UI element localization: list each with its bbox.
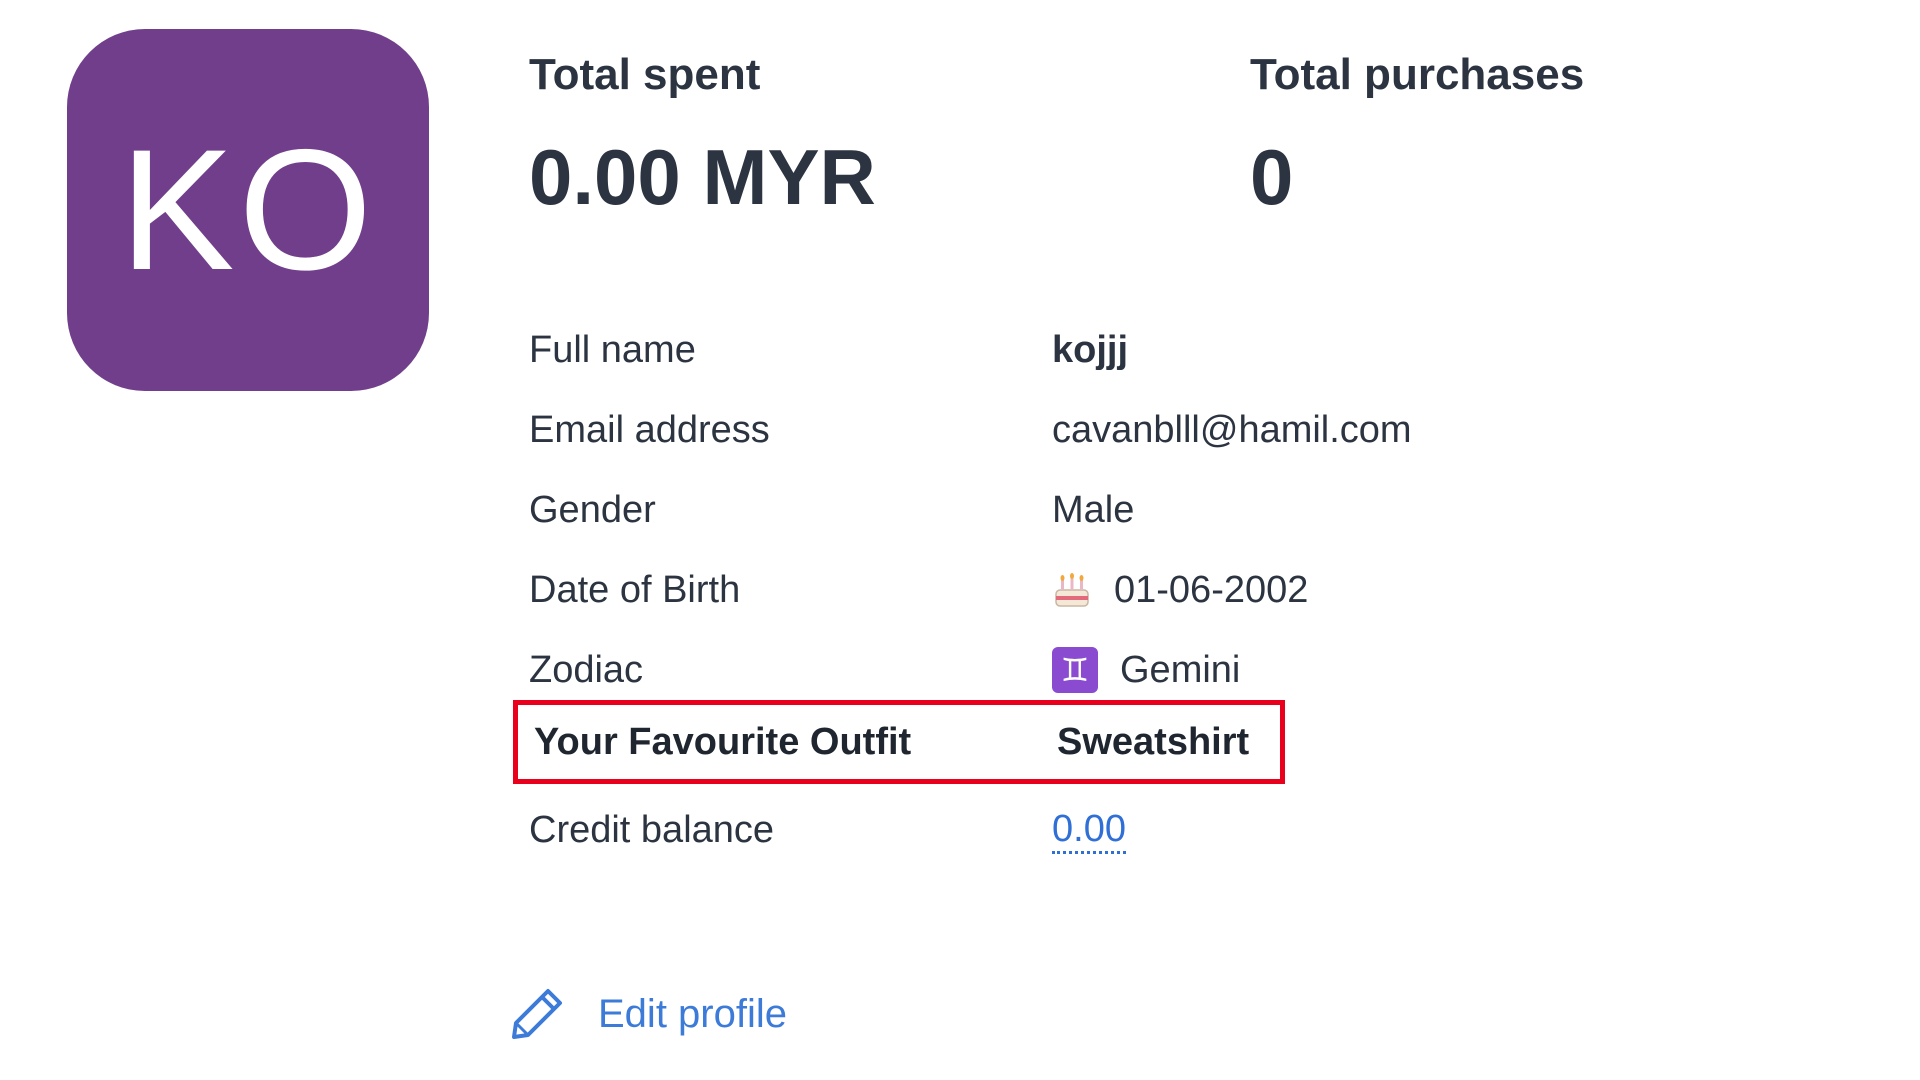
- dob-row: Date of Birth 01-06-2002: [529, 560, 1429, 620]
- email-label: Email address: [529, 408, 770, 451]
- edit-profile-button[interactable]: Edit profile: [508, 985, 787, 1043]
- full-name-value: kojjj: [1052, 328, 1129, 371]
- credit-balance-value-wrap: 0.00: [1052, 807, 1126, 854]
- zodiac-value-wrap: ♊ Gemini: [1052, 647, 1240, 693]
- full-name-row: Full name kojjj: [529, 320, 1429, 380]
- full-name-label: Full name: [529, 328, 696, 371]
- customer-profile-page: KO Total spent 0.00 MYR Total purchases …: [0, 0, 1920, 1080]
- edit-profile-label: Edit profile: [598, 991, 787, 1036]
- favourite-outfit-highlight: Your Favourite Outfit Sweatshirt: [513, 700, 1285, 784]
- favourite-outfit-row: Your Favourite Outfit Sweatshirt: [534, 712, 1434, 772]
- zodiac-label: Zodiac: [529, 648, 644, 691]
- gender-value: Male: [1052, 488, 1135, 531]
- email-value: cavanblll@hamil.com: [1052, 408, 1412, 451]
- birthday-cake-icon: [1055, 573, 1089, 607]
- favourite-outfit-value: Sweatshirt: [1057, 720, 1250, 763]
- email-row: Email address cavanblll@hamil.com: [529, 400, 1429, 460]
- pencil-icon: [512, 989, 562, 1039]
- dob-value: 01-06-2002: [1114, 568, 1309, 611]
- credit-balance-label: Credit balance: [529, 808, 775, 851]
- dob-value-wrap: 01-06-2002: [1052, 569, 1308, 612]
- total-purchases-value: 0: [1250, 133, 1294, 221]
- total-spent-stat: Total spent 0.00 MYR: [529, 48, 876, 222]
- gender-row: Gender Male: [529, 480, 1429, 540]
- zodiac-row: Zodiac ♊ Gemini: [529, 640, 1429, 700]
- total-spent-label: Total spent: [529, 50, 761, 99]
- total-purchases-label: Total purchases: [1250, 50, 1585, 99]
- gender-label: Gender: [529, 488, 656, 531]
- total-purchases-stat: Total purchases 0: [1250, 48, 1584, 222]
- total-spent-value: 0.00 MYR: [529, 133, 876, 221]
- dob-label: Date of Birth: [529, 568, 741, 611]
- avatar-initials: KO: [119, 114, 377, 306]
- avatar: KO: [67, 29, 429, 391]
- zodiac-value: Gemini: [1120, 648, 1241, 691]
- favourite-outfit-label: Your Favourite Outfit: [534, 720, 912, 763]
- credit-balance-row: Credit balance 0.00: [529, 800, 1429, 860]
- credit-balance-link[interactable]: 0.00: [1052, 807, 1126, 854]
- gemini-icon: ♊: [1052, 647, 1098, 693]
